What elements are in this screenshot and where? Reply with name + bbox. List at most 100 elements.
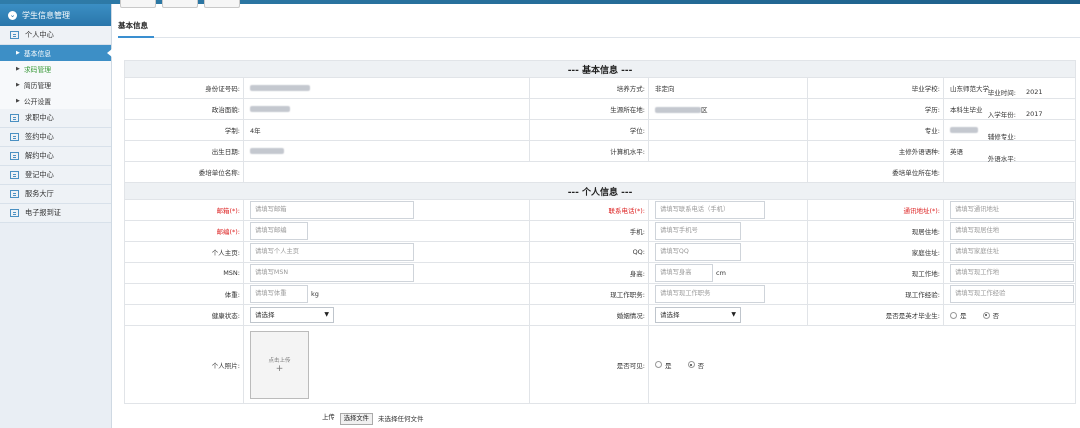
major-label: 专业:: [807, 119, 944, 141]
job-input[interactable]: 请填写现工作职务: [655, 285, 765, 303]
chevron-down-icon: ▼: [731, 311, 736, 318]
zip-cell: 请填写邮编: [243, 220, 530, 242]
job-label: 现工作职务:: [529, 283, 649, 305]
photo-placeholder-text: 点击上传: [268, 357, 291, 364]
talent-no-radio[interactable]: [982, 311, 990, 319]
qq-cell: 请填写QQ: [648, 241, 808, 263]
weight-input[interactable]: 请填写体重: [250, 285, 308, 303]
photo-actions: 上传 选择文件 未选择任何文件: [319, 412, 424, 425]
main-content: 基本信息: [118, 18, 1080, 38]
enroll-label: 入学年份:: [987, 111, 1016, 119]
height-label: 身高:: [529, 262, 649, 284]
current-addr-input[interactable]: 请填写现居住地: [950, 222, 1074, 240]
work-place-input[interactable]: 请填写现工作地: [950, 264, 1074, 282]
sidebar-group-certificate[interactable]: 电子报到证: [0, 204, 111, 223]
id-value: [243, 77, 530, 99]
height-cell: 请填写身高 cm: [648, 262, 808, 284]
origin-suffix: 区: [701, 106, 708, 114]
sidebar-item-qiuma[interactable]: ▶ 求码管理: [0, 61, 111, 77]
sidebar-group-sign[interactable]: 签约中心: [0, 128, 111, 147]
height-input[interactable]: 请填写身高: [655, 264, 713, 282]
sidebar-item-basic-info[interactable]: ▶ 基本信息: [0, 45, 112, 61]
sidebar-group-personal[interactable]: 个人中心: [0, 26, 111, 45]
email-input[interactable]: 请填写邮箱: [250, 201, 414, 219]
tab-basic-info[interactable]: 基本信息: [118, 20, 148, 31]
sidebar-item-resume[interactable]: ▶ 简历管理: [0, 77, 111, 93]
experience-label: 现工作经验:: [807, 283, 944, 305]
talent-yes-radio[interactable]: [950, 311, 957, 319]
photo-label: 个人照片:: [124, 325, 244, 404]
chat-icon: [10, 190, 19, 198]
sidebar-item-label: 基本信息: [23, 50, 52, 58]
home-addr-label: 家庭住址:: [807, 241, 944, 263]
homepage-label: 个人主页:: [124, 241, 244, 263]
sidebar-header[interactable]: ⌄ 学生信息管理: [0, 4, 111, 26]
employer-label: 委培单位名称:: [124, 161, 244, 183]
visible-no-radio[interactable]: [687, 361, 695, 368]
edit-icon: [10, 133, 19, 141]
no-file-text: 未选择任何文件: [378, 414, 424, 423]
home-addr-cell: 请填写家庭住址: [942, 241, 1077, 263]
health-label: 健康状态:: [124, 304, 244, 326]
toolbar-button-2[interactable]: [162, 0, 198, 8]
visible-yes-radio[interactable]: [655, 361, 662, 368]
zip-label: 邮编(*):: [124, 220, 244, 242]
school-label: 毕业学校:: [807, 77, 944, 99]
marriage-select-value: 请选择: [660, 311, 680, 319]
degree-label: 学位:: [529, 119, 649, 141]
homepage-input[interactable]: 请填写个人主页: [250, 243, 414, 261]
sidebar-group-service[interactable]: 服务大厅: [0, 185, 111, 204]
sidebar: ⌄ 学生信息管理 个人中心 ▶ 基本信息 ▶ 求码管理 ▶ 简历管理 ▶ 公开设…: [0, 4, 112, 428]
phone-input[interactable]: 请填写联系电话（手机）: [655, 201, 765, 219]
sidebar-group-label: 服务大厅: [25, 189, 54, 198]
address-input[interactable]: 请填写通讯地址: [950, 201, 1074, 219]
toolbar-button-1[interactable]: [120, 0, 156, 8]
system-label: 学制:: [124, 119, 244, 141]
address-cell: 请填写通讯地址: [942, 199, 1077, 221]
experience-input[interactable]: 请填写现工作经验: [950, 285, 1074, 303]
gradtime-label: 毕业时间:: [987, 89, 1016, 97]
health-select-value: 请选择: [255, 311, 275, 319]
section-title-basic: --- 基本信息 ---: [123, 60, 1077, 78]
weight-label: 体重:: [124, 283, 244, 305]
gradtime-value: 2021: [1026, 88, 1043, 96]
photo-cell: 点击上传 + 上传 选择文件 未选择任何文件: [243, 325, 530, 425]
experience-cell: 请填写现工作经验: [942, 283, 1077, 305]
zip-input[interactable]: 请填写邮编: [250, 222, 308, 240]
current-addr-label: 现居住地:: [807, 220, 944, 242]
sidebar-item-label: 简历管理: [23, 82, 52, 90]
msn-input[interactable]: 请填写MSN: [250, 264, 414, 282]
qq-label: QQ:: [529, 241, 649, 263]
computer-label: 计算机水平:: [529, 140, 649, 162]
list-icon: [10, 171, 19, 179]
sidebar-group-cancel[interactable]: 解约中心: [0, 147, 111, 166]
political-label: 政治面貌:: [124, 98, 244, 120]
sidebar-group-job[interactable]: 求职中心: [0, 109, 111, 128]
home-addr-input[interactable]: 请填写家庭住址: [950, 243, 1074, 261]
sidebar-group-register[interactable]: 登记中心: [0, 166, 111, 185]
minor-label: 辅修专业:: [987, 133, 1016, 141]
sidebar-item-public[interactable]: ▶ 公开设置: [0, 93, 111, 109]
health-select[interactable]: 请选择 ▼: [250, 307, 334, 323]
edit-icon: [10, 209, 19, 217]
origin-label: 生源所在地:: [529, 98, 649, 120]
upload-button[interactable]: 上传: [319, 413, 338, 425]
weight-cell: 请填写体重 kg: [243, 283, 530, 305]
choose-file-button[interactable]: 选择文件: [339, 412, 373, 425]
qq-input[interactable]: 请填写QQ: [655, 243, 741, 261]
address-label: 通讯地址(*):: [807, 199, 944, 221]
sidebar-title: 学生信息管理: [22, 10, 70, 20]
minor-row: 辅修专业:: [930, 125, 1075, 147]
mobile-input[interactable]: 请填写手机号: [655, 222, 741, 240]
email-label: 邮箱(*):: [124, 199, 244, 221]
caret-right-icon: ▶: [16, 82, 20, 88]
birth-label: 出生日期:: [124, 140, 244, 162]
health-cell: 请选择 ▼: [243, 304, 530, 326]
marriage-label: 婚姻情况:: [529, 304, 649, 326]
sidebar-group-label: 个人中心: [25, 30, 54, 39]
lang-level-label: 外语水平:: [987, 155, 1016, 163]
toolbar-button-3[interactable]: [204, 0, 240, 8]
photo-upload-area[interactable]: 点击上传 +: [250, 330, 309, 399]
marriage-select[interactable]: 请选择 ▼: [655, 307, 741, 323]
train-value: 非定向: [648, 77, 808, 99]
